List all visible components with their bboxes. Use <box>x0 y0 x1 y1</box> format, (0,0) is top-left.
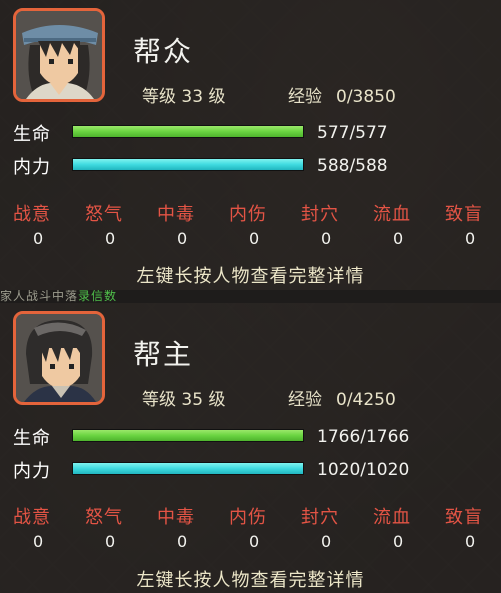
detail-hint: 左键长按人物查看完整详情 <box>136 266 365 287</box>
status-label-battle-will: 战意 <box>13 204 51 225</box>
character-panel-1[interactable]: 帮众 等级 33 级 经验 0/3850 生命 577/577 内力 588/58… <box>0 0 501 290</box>
bandana-fighter-portrait-icon <box>16 11 102 99</box>
background-log-text: 家人战斗中落 <box>0 290 79 303</box>
exp-readout: 经验 0/4250 <box>288 385 396 410</box>
status-value-blind: 0 <box>465 532 476 551</box>
status-value-sealed-acupoint: 0 <box>321 532 332 551</box>
mp-value: 1020/1020 <box>317 460 410 480</box>
status-value-internal-injury: 0 <box>249 532 260 551</box>
hp-value: 577/577 <box>317 123 388 143</box>
battle-status-screen: 帮众 等级 33 级 经验 0/3850 生命 577/577 内力 588/58… <box>0 0 501 593</box>
hp-bar <box>72 125 304 138</box>
status-label-battle-will: 战意 <box>13 507 51 528</box>
character-portrait[interactable] <box>13 311 105 405</box>
background-log-highlight: 录信数 <box>78 290 118 303</box>
hp-bar-fill <box>73 126 303 137</box>
mp-value: 588/588 <box>317 156 388 176</box>
status-label-poison: 中毒 <box>157 507 195 528</box>
level-readout: 等级 33 级 <box>142 82 225 107</box>
character-name: 帮众 <box>133 35 194 68</box>
level-readout: 等级 35 级 <box>142 385 225 410</box>
status-value-battle-will: 0 <box>33 229 44 248</box>
status-label-internal-injury: 内伤 <box>229 204 267 225</box>
mp-bar <box>72 158 304 171</box>
status-value-blind: 0 <box>465 229 476 248</box>
mp-label: 内力 <box>13 157 51 178</box>
status-value-sealed-acupoint: 0 <box>321 229 332 248</box>
status-value-internal-injury: 0 <box>249 229 260 248</box>
status-label-poison: 中毒 <box>157 204 195 225</box>
status-label-bleeding: 流血 <box>373 204 411 225</box>
status-label-blind: 致盲 <box>445 507 483 528</box>
level-label: 等级 <box>142 87 176 107</box>
mp-bar <box>72 462 304 475</box>
exp-readout: 经验 0/3850 <box>288 82 396 107</box>
level-value: 35 <box>181 390 204 410</box>
mp-bar-fill <box>73 463 303 474</box>
hp-bar-fill <box>73 430 303 441</box>
character-name: 帮主 <box>133 338 194 371</box>
mp-bar-fill <box>73 159 303 170</box>
exp-value: 0/4250 <box>336 390 396 410</box>
level-unit: 级 <box>208 87 226 107</box>
status-label-sealed-acupoint: 封穴 <box>301 507 339 528</box>
status-label-blind: 致盲 <box>445 204 483 225</box>
character-portrait[interactable] <box>13 8 105 102</box>
leader-portrait-icon <box>16 314 102 402</box>
status-value-poison: 0 <box>177 229 188 248</box>
hp-value: 1766/1766 <box>317 427 410 447</box>
hp-bar <box>72 429 304 442</box>
status-label-internal-injury: 内伤 <box>229 507 267 528</box>
level-value: 33 <box>181 87 204 107</box>
status-label-rage: 怒气 <box>85 507 123 528</box>
exp-label: 经验 <box>288 87 322 107</box>
status-label-sealed-acupoint: 封穴 <box>301 204 339 225</box>
level-label: 等级 <box>142 390 176 410</box>
hp-label: 生命 <box>13 428 51 449</box>
exp-label: 经验 <box>288 390 322 410</box>
exp-value: 0/3850 <box>336 87 396 107</box>
status-value-bleeding: 0 <box>393 229 404 248</box>
status-value-poison: 0 <box>177 532 188 551</box>
status-value-battle-will: 0 <box>33 532 44 551</box>
status-value-rage: 0 <box>105 532 116 551</box>
mp-label: 内力 <box>13 461 51 482</box>
status-label-rage: 怒气 <box>85 204 123 225</box>
character-panel-2[interactable]: 帮主 等级 35 级 经验 0/4250 生命 1766/1766 内力 1020… <box>0 303 501 593</box>
hp-label: 生命 <box>13 124 51 145</box>
status-value-bleeding: 0 <box>393 532 404 551</box>
background-log-strip: 家人战斗中落录信数 <box>0 290 501 303</box>
status-label-bleeding: 流血 <box>373 507 411 528</box>
level-unit: 级 <box>208 390 226 410</box>
status-value-rage: 0 <box>105 229 116 248</box>
detail-hint: 左键长按人物查看完整详情 <box>136 570 365 591</box>
